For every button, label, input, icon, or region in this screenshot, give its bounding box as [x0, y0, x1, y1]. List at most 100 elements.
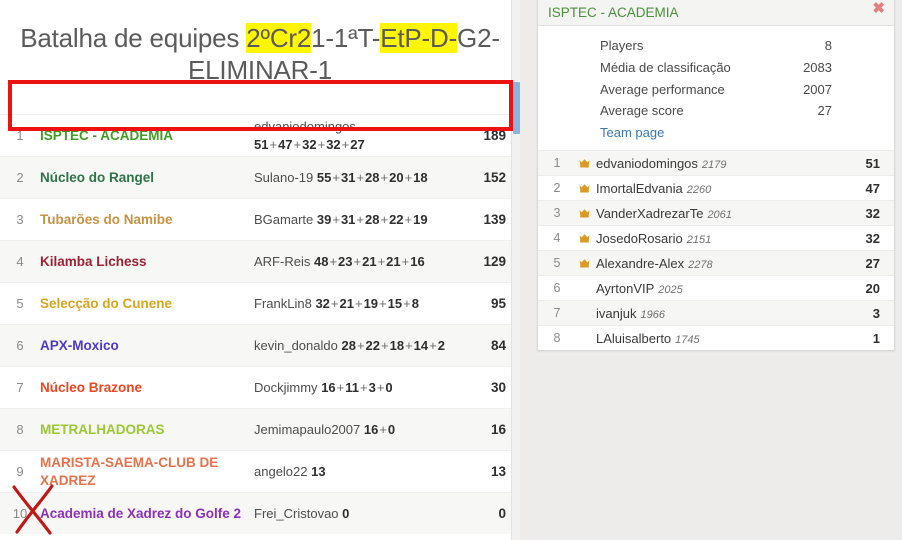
player-username[interactable]: Jemimapaulo2007: [254, 422, 360, 437]
crown-icon: [576, 258, 592, 268]
plus-separator: +: [356, 169, 365, 185]
player-rank: 6: [553, 281, 561, 296]
vertical-scrollbar[interactable]: [511, 0, 520, 540]
team-name-link[interactable]: Núcleo do Rangel: [40, 169, 254, 186]
plus-separator: +: [404, 169, 413, 185]
player-name[interactable]: JosedoRosario 2151: [592, 231, 848, 246]
player-name-text: Alexandre-Alex: [596, 255, 685, 271]
team-rank: 9: [16, 464, 24, 480]
player-name-text: ImortalEdvania: [596, 180, 683, 196]
table-row[interactable]: 8 METRALHADORAS Jemimapaulo2007 16+0 16: [0, 408, 520, 451]
plus-separator: +: [330, 295, 339, 311]
table-row[interactable]: 3 Tubarões do Namibe BGamarte 39+31+28+22+…: [0, 198, 520, 241]
player-name-text: ivanjuk: [596, 305, 637, 321]
player-username[interactable]: angelo22: [254, 464, 308, 479]
team-name-link[interactable]: METRALHADORAS: [40, 421, 254, 438]
table-row[interactable]: 7 Núcleo Brazone Dockjimmy 16+11+3+0 30: [0, 366, 520, 409]
list-item[interactable]: 5 Alexandre-Alex 2278 27: [538, 250, 894, 276]
score-chunk: 15: [387, 295, 403, 311]
player-username[interactable]: ARF-Reis: [254, 254, 310, 269]
list-item[interactable]: 7 ivanjuk 1966 3: [538, 300, 894, 326]
player-rank: 3: [553, 206, 561, 221]
player-rating: 2025: [658, 283, 683, 296]
table-row[interactable]: 1 ISPTEC - ACADEMIA edvaniodomingos 51+47+…: [0, 114, 520, 157]
table-row[interactable]: 6 APX-Moxico kevin_donaldo 28+22+18+14+2 84: [0, 324, 520, 367]
score-chunk: 21: [386, 253, 401, 269]
score-chunk: 28: [365, 211, 380, 227]
team-player-scores: Dockjimmy 16+11+3+0: [254, 379, 476, 397]
player-username[interactable]: Dockjimmy: [254, 380, 318, 395]
team-panel-title: ISPTEC - ACADEMIA: [548, 5, 679, 20]
player-username[interactable]: FrankLin8: [254, 296, 312, 311]
team-details-panel: ISPTEC - ACADEMIA ✖ Players 8 Média de cla…: [537, 0, 895, 352]
plus-separator: +: [329, 253, 338, 269]
player-name[interactable]: ImortalEdvania 2260: [592, 181, 848, 196]
score-chunk: 28: [365, 169, 380, 185]
team-name-link[interactable]: Selecção do Cunene: [40, 295, 254, 312]
plus-separator: +: [379, 295, 387, 311]
player-name[interactable]: AyrtonVIP 2025: [592, 281, 848, 296]
table-row[interactable]: 2 Núcleo do Rangel Sulano-19 55+31+28+20+1…: [0, 156, 520, 199]
player-name[interactable]: Alexandre-Alex 2278: [592, 256, 848, 271]
player-rating: 2278: [688, 258, 713, 271]
score-chunk: 14: [413, 337, 429, 353]
score-chunk: 19: [363, 295, 379, 311]
scrollbar-thumb[interactable]: [513, 82, 520, 134]
close-icon[interactable]: ✖: [872, 1, 885, 16]
team-player-scores: FrankLin8 32+21+19+15+8: [254, 295, 476, 313]
team-name-link[interactable]: Núcleo Brazone: [40, 379, 254, 396]
player-name[interactable]: LAluisalberto 1745: [592, 331, 848, 346]
plus-separator: +: [332, 169, 340, 185]
player-rank: 7: [553, 306, 561, 321]
team-stat-value: 8: [824, 38, 832, 53]
player-username[interactable]: Frei_Cristovao: [254, 506, 339, 521]
player-name[interactable]: ivanjuk 1966: [592, 306, 848, 321]
player-name[interactable]: edvaniodomingos 2179: [592, 156, 848, 171]
list-item[interactable]: 2 ImortalEdvania 2260 47: [538, 175, 894, 201]
team-name-link[interactable]: Tubarões do Namibe: [40, 211, 254, 228]
list-item[interactable]: 8 LAluisalberto 1745 1: [538, 325, 894, 351]
player-username[interactable]: edvaniodomingos: [254, 119, 356, 134]
player-username[interactable]: Sulano-19: [254, 170, 313, 185]
player-rating: 2061: [707, 208, 732, 221]
team-player-scores: BGamarte 39+31+28+22+19: [254, 211, 476, 229]
player-rank: 4: [553, 231, 561, 246]
plus-separator: +: [353, 253, 362, 269]
team-name-link[interactable]: Kilamba Lichess: [40, 253, 254, 270]
score-chunk: 8: [411, 295, 419, 311]
plus-separator: +: [341, 136, 350, 152]
table-row[interactable]: 5 Selecção do Cunene FrankLin8 32+21+19+15…: [0, 282, 520, 325]
team-rank: 4: [16, 254, 24, 270]
team-name-link[interactable]: MARISTA-SAEMA-CLUB DE XADREZ: [40, 454, 254, 489]
plus-separator: +: [404, 211, 413, 227]
table-row[interactable]: 9 MARISTA-SAEMA-CLUB DE XADREZ angelo22 13…: [0, 450, 520, 493]
list-item[interactable]: 1 edvaniodomingos 2179 51: [538, 150, 894, 176]
team-name-link[interactable]: APX-Moxico: [40, 337, 254, 354]
player-name-text: AyrtonVIP: [596, 280, 655, 296]
team-rank: 1: [16, 128, 24, 144]
player-name-text: JosedoRosario: [596, 230, 683, 246]
player-name[interactable]: VanderXadrezarTe 2061: [592, 206, 848, 221]
player-rank: 2: [553, 181, 561, 196]
score-chunk: 13: [311, 463, 326, 479]
score-chunk: 39: [316, 211, 332, 227]
player-username[interactable]: kevin_donaldo: [254, 338, 338, 353]
list-item[interactable]: 6 AyrtonVIP 2025 20: [538, 275, 894, 301]
player-name-text: edvaniodomingos: [596, 155, 698, 171]
plus-separator: +: [332, 211, 340, 227]
team-player-scores: Frei_Cristovao 0: [254, 505, 476, 523]
plus-separator: +: [336, 379, 345, 395]
score-chunk: 21: [339, 295, 354, 311]
player-username[interactable]: BGamarte: [254, 212, 313, 227]
list-item[interactable]: 4 JosedoRosario 2151 32: [538, 225, 894, 251]
player-score: 32: [865, 230, 880, 246]
team-name-link[interactable]: ISPTEC - ACADEMIA: [40, 127, 254, 144]
team-name-link[interactable]: Academia de Xadrez do Golfe 2: [40, 505, 254, 522]
score-chunk: 21: [362, 253, 377, 269]
player-rating: 2260: [686, 183, 712, 196]
table-row[interactable]: 10 Academia de Xadrez do Golfe 2 Frei_Cris…: [0, 492, 520, 535]
list-item[interactable]: 3 VanderXadrezarTe 2061 32: [538, 200, 894, 226]
plus-separator: +: [401, 253, 410, 269]
team-page-link[interactable]: Team page: [600, 122, 832, 144]
table-row[interactable]: 4 Kilamba Lichess ARF-Reis 48+23+21+21+16 1…: [0, 240, 520, 283]
